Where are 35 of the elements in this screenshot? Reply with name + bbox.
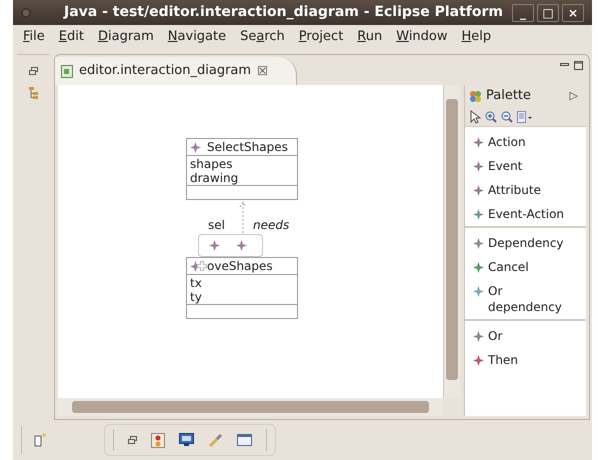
menu-item[interactable]: Project <box>292 26 350 46</box>
collapse-button[interactable]: ▷ <box>570 88 582 104</box>
minimize-button[interactable]: _ <box>512 4 534 22</box>
palette-tool[interactable]: Or <box>465 324 586 348</box>
menu-item[interactable]: Window <box>389 26 455 46</box>
tab-label: editor.interaction_diagram <box>79 62 252 80</box>
node-title: oveShapes <box>207 260 273 272</box>
palette-tool[interactable]: Event <box>465 154 586 178</box>
connector-label: needs <box>253 217 290 234</box>
palette-tool[interactable]: Action <box>465 130 586 154</box>
menu-item[interactable]: Help <box>454 26 498 46</box>
close-tab-button[interactable]: ☒ <box>257 62 268 80</box>
palette-tool[interactable]: Or dependency <box>465 279 586 319</box>
connector-label: sel <box>208 217 225 234</box>
editor-tab[interactable]: editor.interaction_diagram ☒ <box>55 57 297 85</box>
node-attribute: ty <box>190 290 203 304</box>
menu-item[interactable]: Navigate <box>160 26 234 46</box>
close-button[interactable]: × <box>562 4 584 22</box>
node-title: SelectShapes <box>207 141 288 153</box>
palette-tool[interactable]: Event-Action <box>465 202 586 226</box>
node-attribute: shapes <box>190 157 234 171</box>
node-attribute: drawing <box>190 171 240 185</box>
palette-tool[interactable]: Then <box>465 348 586 372</box>
palette-title: Palette <box>486 87 532 106</box>
menu-item[interactable]: Run <box>350 26 390 46</box>
maximize-button[interactable]: □ <box>537 4 559 22</box>
palette-tool[interactable]: Dependency <box>465 231 586 255</box>
node-attribute: tx <box>190 276 203 290</box>
window-title: Java - test/editor.interaction_diagram - Eclipse Platform <box>62 3 504 22</box>
palette-tool[interactable]: Cancel <box>465 255 586 279</box>
menu-item[interactable]: Edit <box>52 26 91 46</box>
menu-item[interactable]: Diagram <box>90 26 161 46</box>
palette-tool[interactable]: Attribute <box>465 178 586 202</box>
menu-item[interactable]: File <box>16 26 52 46</box>
menu-item[interactable]: Search <box>233 26 292 46</box>
